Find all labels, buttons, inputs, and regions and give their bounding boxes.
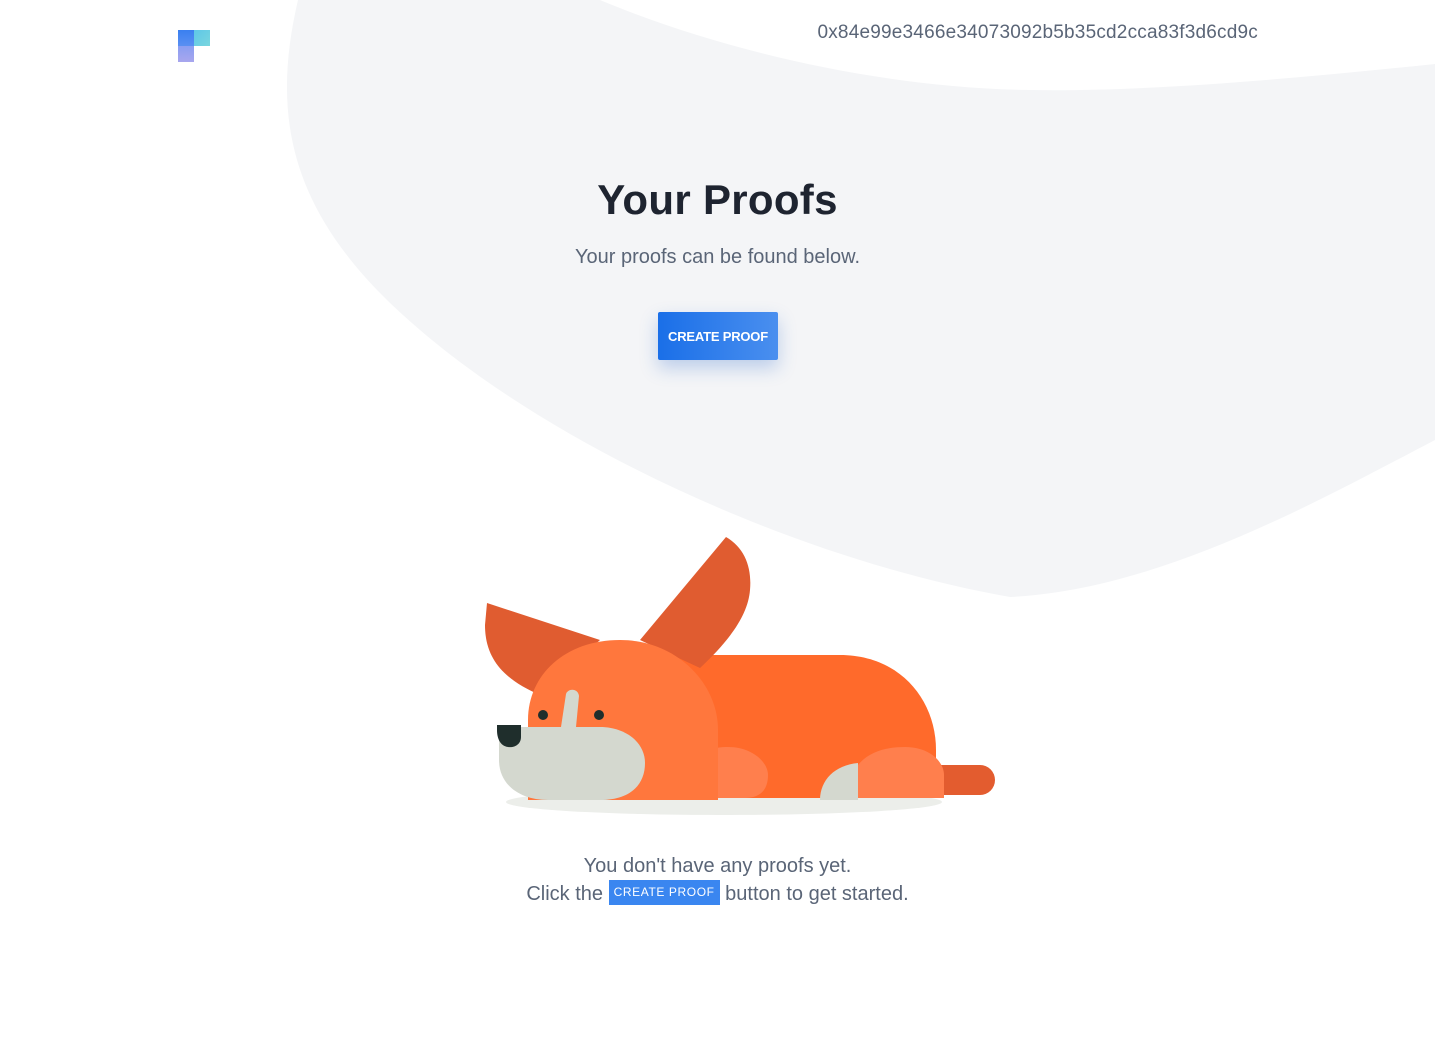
page-subtitle: Your proofs can be found below. <box>574 246 861 268</box>
create-proof-button[interactable]: CREATE PROOF <box>658 312 778 360</box>
hero-section: Your Proofs Your proofs can be found bel… <box>0 176 1435 269</box>
empty-state-suffix: button to get started. <box>725 883 909 905</box>
sleeping-corgi-illustration <box>485 537 995 815</box>
empty-state-message: You don't have any proofs yet. Click the… <box>0 852 1435 908</box>
page: 0x84e99e3466e34073092b5b35cd2cca83f3d6cd… <box>0 0 1435 1055</box>
empty-state-line1: You don't have any proofs yet. <box>583 855 852 877</box>
page-title: Your Proofs <box>597 176 838 223</box>
empty-state-line2: Click the CREATE PROOF button to get sta… <box>0 880 1435 908</box>
account-address: 0x84e99e3466e34073092b5b35cd2cca83f3d6cd… <box>817 22 1258 43</box>
create-proof-inline-badge: CREATE PROOF <box>608 880 720 906</box>
stacked-squares-logo-icon[interactable] <box>178 30 210 62</box>
empty-state-prefix: Click the <box>526 883 604 905</box>
